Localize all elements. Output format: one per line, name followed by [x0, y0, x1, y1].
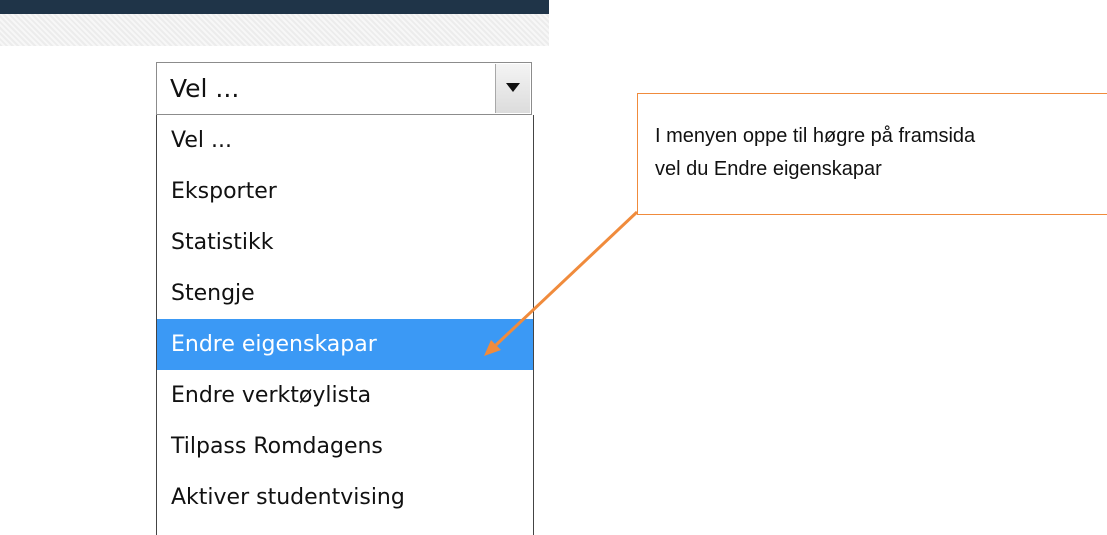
callout-arrow: [484, 210, 639, 356]
